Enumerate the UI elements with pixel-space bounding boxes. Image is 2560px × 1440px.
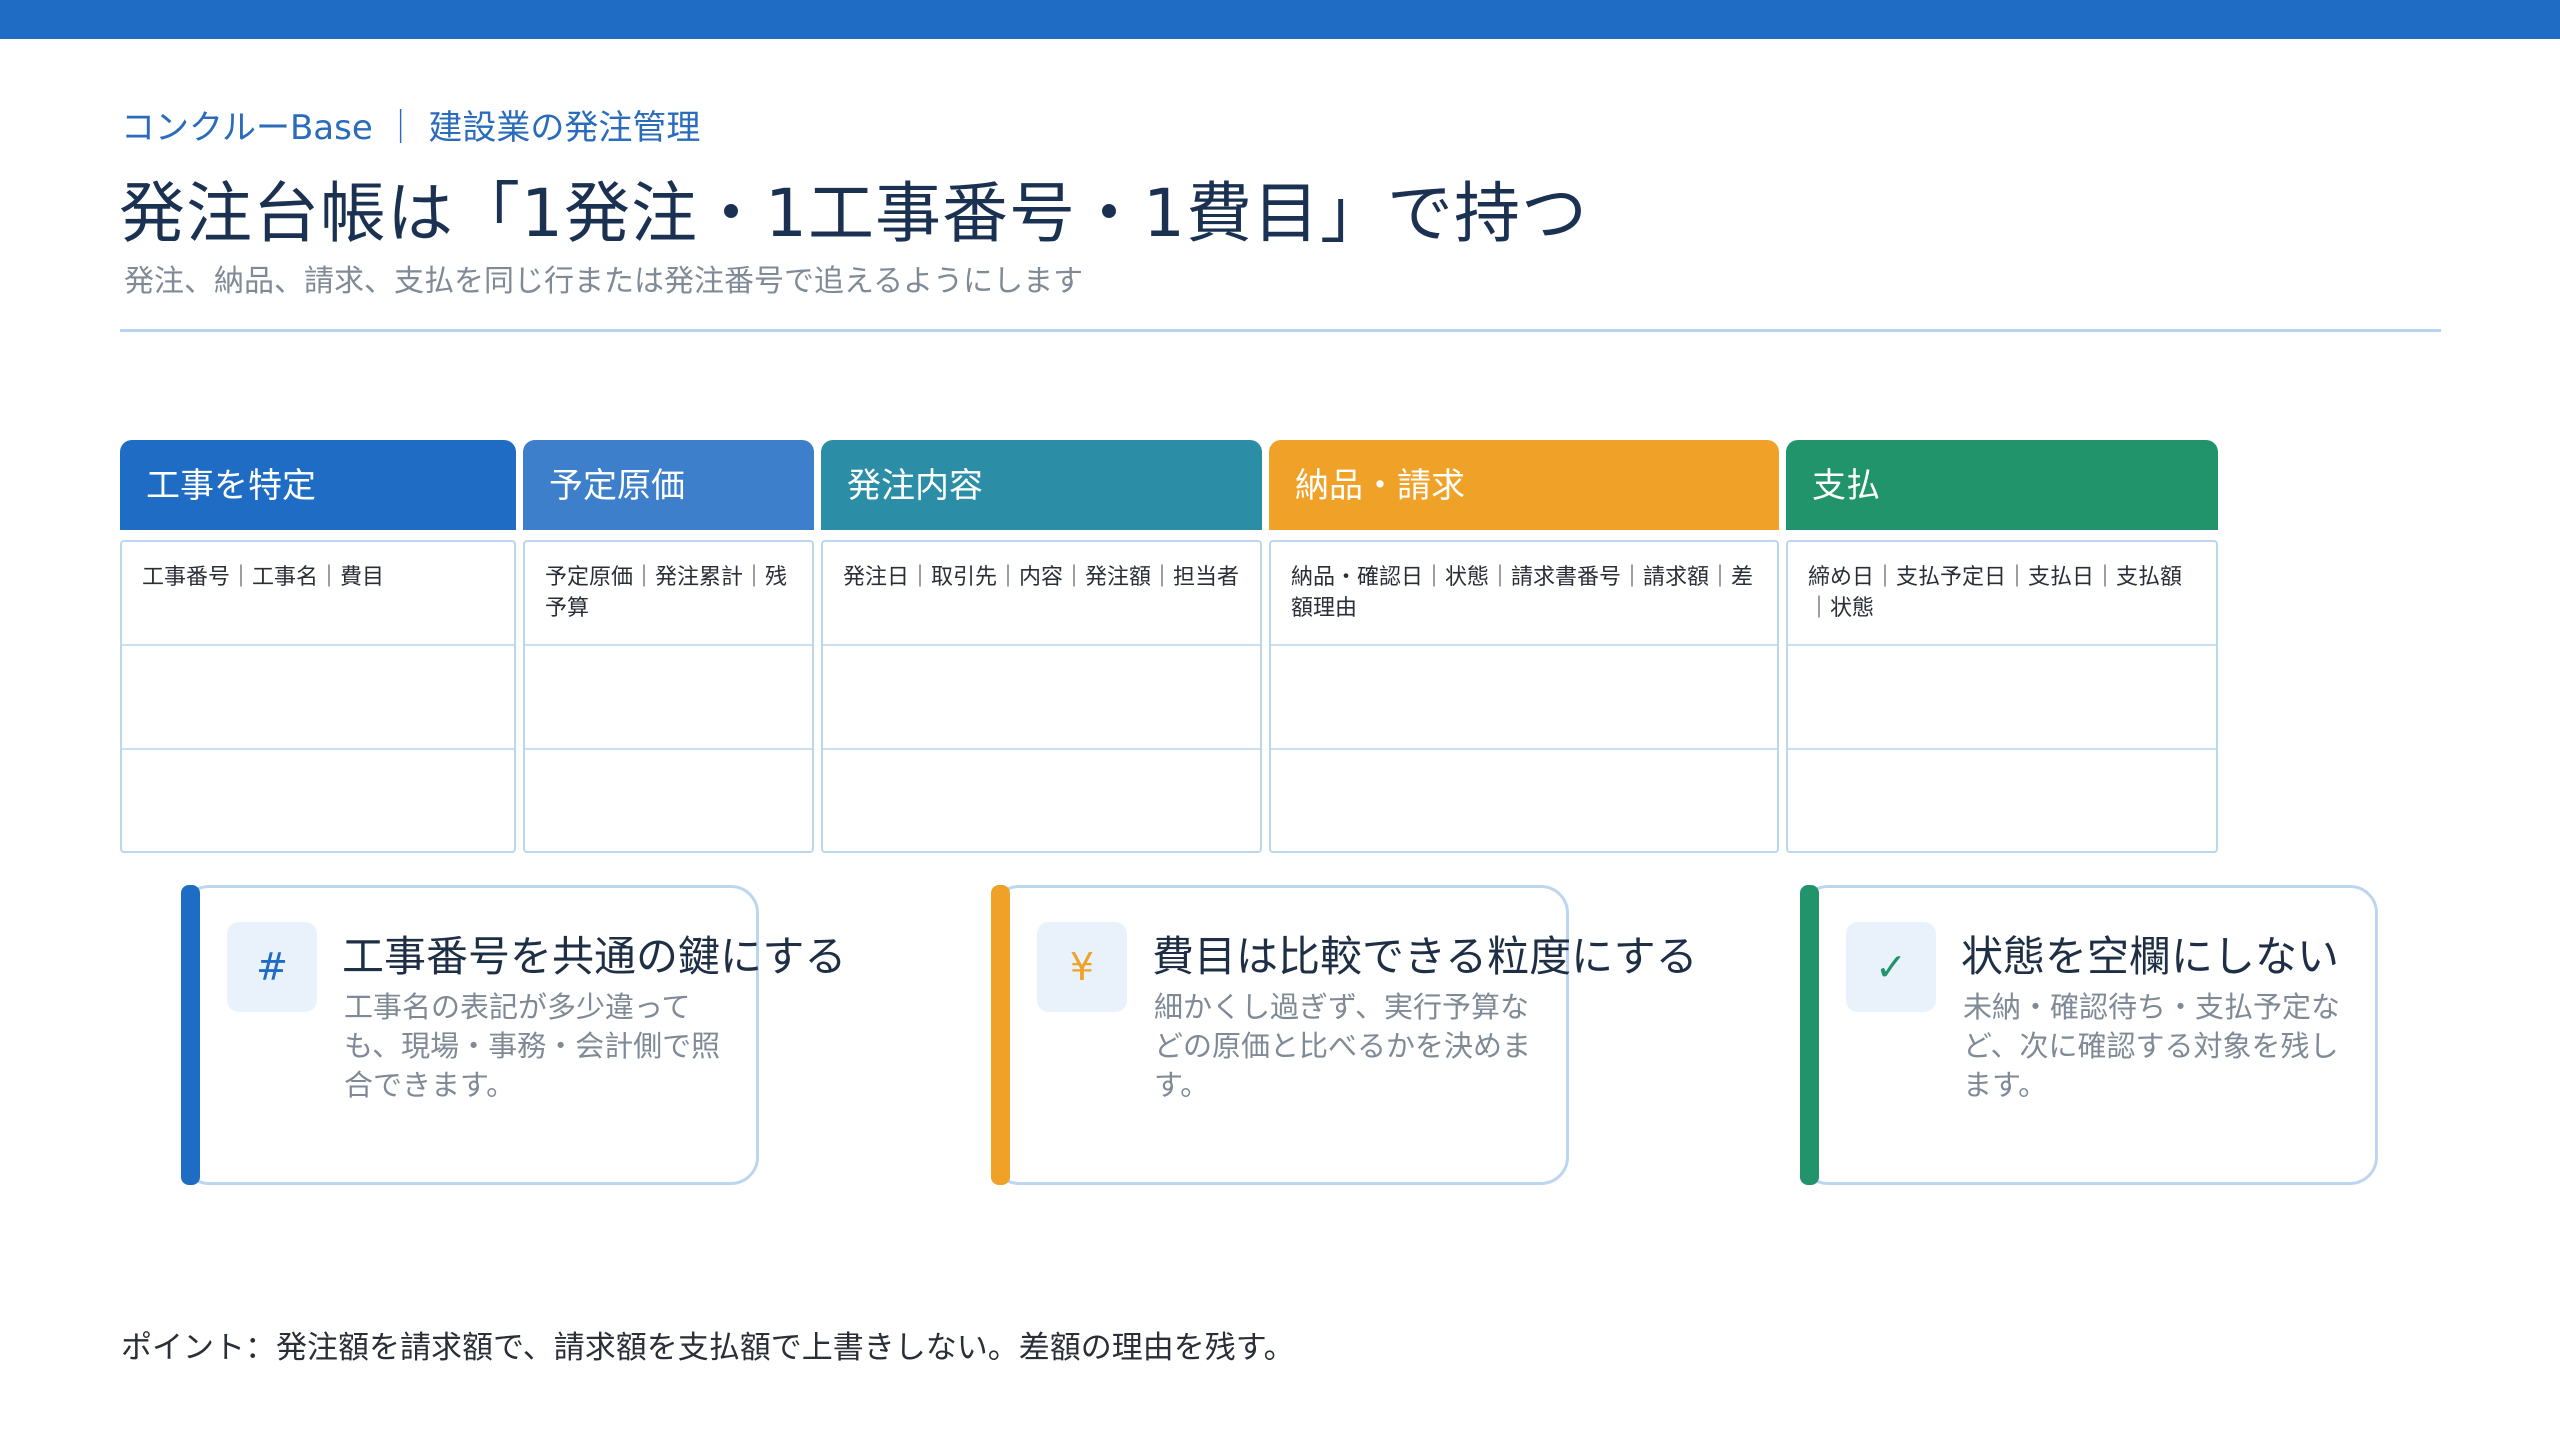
- column-project-id: 工事を特定 工事番号｜工事名｜費目: [120, 440, 516, 853]
- column-planned-cost: 予定原価 予定原価｜発注累計｜残予算: [523, 440, 814, 853]
- empty-cell: [122, 646, 514, 750]
- field-cell: 締め日｜支払予定日｜支払日｜支払額｜状態: [1788, 542, 2216, 646]
- empty-cell: [1271, 646, 1777, 750]
- empty-cell: [525, 750, 812, 854]
- empty-cell: [823, 646, 1260, 750]
- card-text: 工事名の表記が多少違っても、現場・事務・会計側で照合できます。: [344, 990, 721, 1102]
- column-table: 予定原価｜発注累計｜残予算: [523, 540, 814, 853]
- card-title: 費目は比較できる粒度にする: [1152, 932, 1698, 981]
- column-table: 納品・確認日｜状態｜請求書番号｜請求額｜差額理由: [1269, 540, 1779, 853]
- column-delivery-invoice: 納品・請求 納品・確認日｜状態｜請求書番号｜請求額｜差額理由: [1269, 440, 1779, 853]
- card-title: 工事番号を共通の鍵にする: [342, 932, 847, 981]
- field-cell: 予定原価｜発注累計｜残予算: [525, 542, 812, 646]
- column-header: 工事を特定: [120, 440, 516, 530]
- card-text: 未納・確認待ち・支払予定など、次に確認する対象を残します。: [1963, 990, 2341, 1102]
- empty-cell: [1271, 750, 1777, 854]
- empty-cell: [1788, 750, 2216, 854]
- tip-card-cost-item: ¥ 費目は比較できる粒度にする 細かくし過ぎず、実行予算などの原価と比べるかを決…: [991, 885, 1698, 1185]
- column-header: 納品・請求: [1269, 440, 1779, 530]
- card-accent-stripe: [181, 885, 200, 1185]
- empty-cell: [122, 750, 514, 854]
- tip-card-project-number: # 工事番号を共通の鍵にする 工事名の表記が多少違っても、現場・事務・会計側で照…: [181, 885, 846, 1185]
- empty-cell: [823, 750, 1260, 854]
- column-header: 予定原価: [523, 440, 814, 530]
- tip-card-status: ✓ 状態を空欄にしない 未納・確認待ち・支払予定など、次に確認する対象を残します…: [1800, 885, 2378, 1185]
- yen-icon: ¥: [1037, 922, 1127, 1012]
- field-cell: 発注日｜取引先｜内容｜発注額｜担当者: [823, 542, 1260, 646]
- top-accent-bar: [0, 0, 2560, 39]
- column-payment: 支払 締め日｜支払予定日｜支払日｜支払額｜状態: [1786, 440, 2218, 853]
- card-text: 細かくし過ぎず、実行予算などの原価と比べるかを決めます。: [1154, 990, 1532, 1102]
- footer-point: ポイント：発注額を請求額で、請求額を支払額で上書きしない。差額の理由を残す。: [121, 1330, 1295, 1366]
- column-header: 発注内容: [821, 440, 1262, 530]
- empty-cell: [525, 646, 812, 750]
- page-title: 発注台帳は「1発注・1工事番号・1費目」で持つ: [119, 175, 1588, 252]
- page-subtitle: 発注、納品、請求、支払を同じ行または発注番号で追えるようにします: [124, 264, 1084, 299]
- card-accent-stripe: [1800, 885, 1819, 1185]
- field-cell: 納品・確認日｜状態｜請求書番号｜請求額｜差額理由: [1271, 542, 1777, 646]
- column-table: 発注日｜取引先｜内容｜発注額｜担当者: [821, 540, 1262, 853]
- column-order-content: 発注内容 発注日｜取引先｜内容｜発注額｜担当者: [821, 440, 1262, 853]
- check-icon: ✓: [1846, 922, 1936, 1012]
- empty-cell: [1788, 646, 2216, 750]
- hash-icon: #: [227, 922, 317, 1012]
- breadcrumb: コンクルーBase ｜ 建設業の発注管理: [121, 108, 701, 148]
- field-cell: 工事番号｜工事名｜費目: [122, 542, 514, 646]
- card-accent-stripe: [991, 885, 1010, 1185]
- column-table: 締め日｜支払予定日｜支払日｜支払額｜状態: [1786, 540, 2218, 853]
- column-header: 支払: [1786, 440, 2218, 530]
- column-table: 工事番号｜工事名｜費目: [120, 540, 516, 853]
- card-title: 状態を空欄にしない: [1961, 932, 2340, 981]
- header-divider: [120, 329, 2441, 332]
